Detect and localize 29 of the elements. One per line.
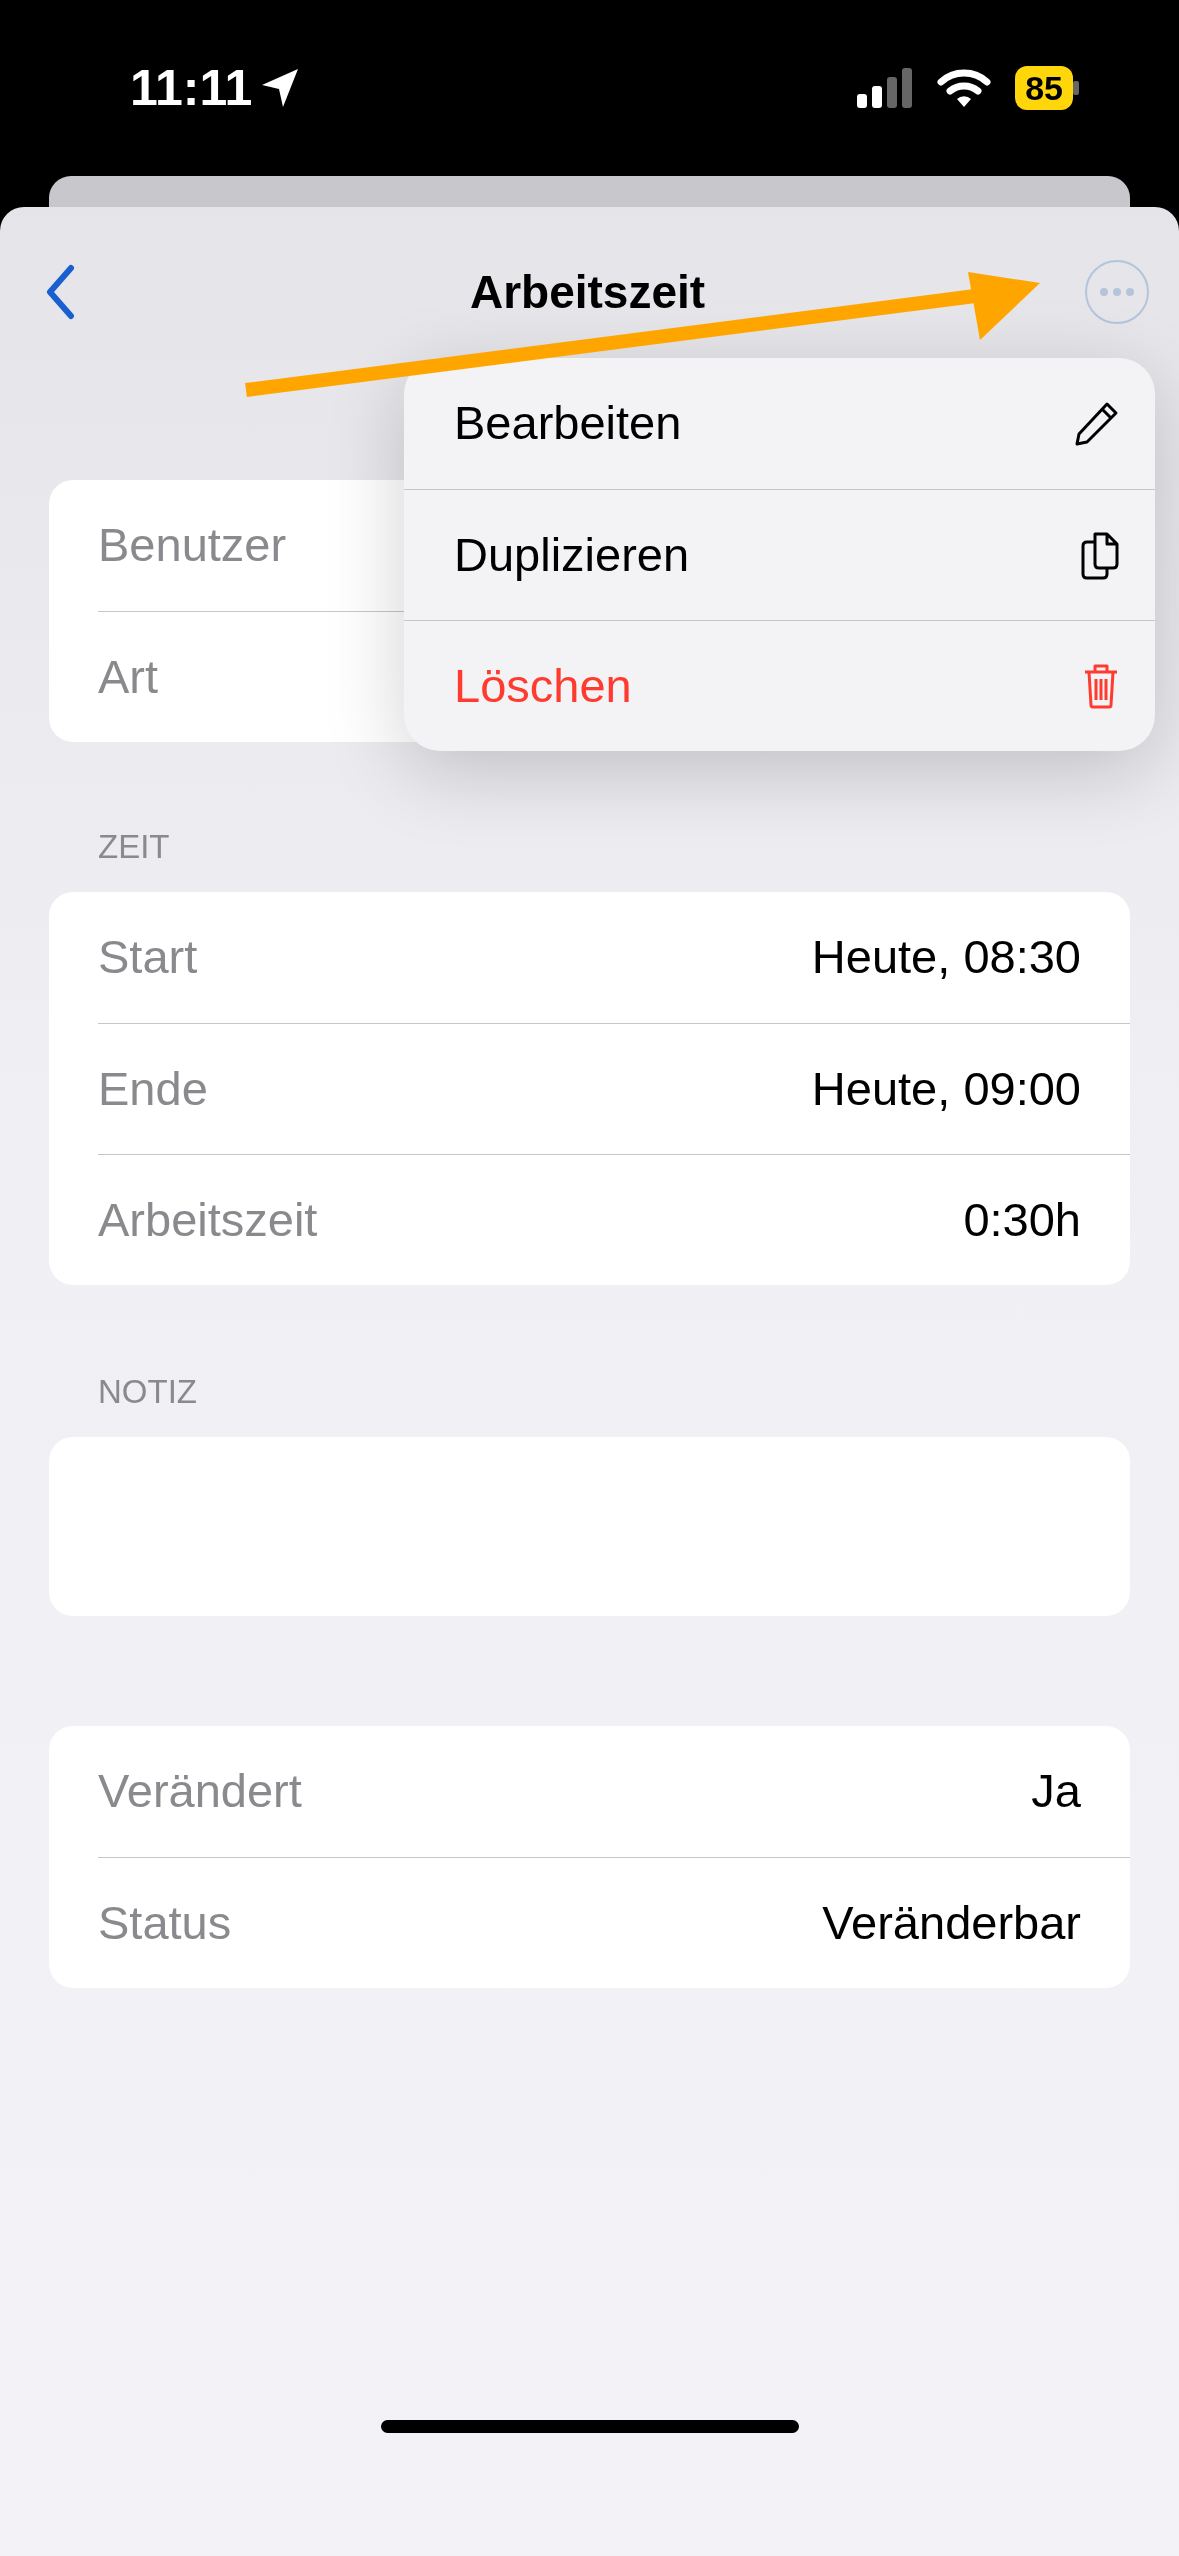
row-label: Status <box>98 1894 232 1951</box>
section-header: ZEIT <box>98 827 171 867</box>
row-value: 0:30h <box>963 1191 1081 1248</box>
row-label: Start <box>98 929 198 986</box>
menu-item[interactable]: Bearbeiten <box>404 358 1155 489</box>
menu-item[interactable]: Duplizieren <box>404 489 1155 620</box>
chevron-left-icon <box>45 264 75 320</box>
row-label: Arbeitszeit <box>98 1191 318 1248</box>
battery-level: 85 <box>1015 66 1073 110</box>
row-value: Ja <box>1031 1763 1081 1820</box>
wifi-icon <box>937 68 992 108</box>
nav-title: Arbeitszeit <box>469 264 706 320</box>
row-label: Verändert <box>98 1763 302 1820</box>
row-value: Heute, 09:00 <box>811 1060 1081 1117</box>
documents-icon <box>1081 530 1119 580</box>
row-label: Art <box>98 648 159 705</box>
pencil-icon <box>1075 400 1119 447</box>
row-value: Veränderbar <box>822 1894 1081 1951</box>
trash-icon <box>1083 663 1119 709</box>
location-icon <box>260 67 301 109</box>
more-button[interactable] <box>1085 260 1149 324</box>
time-text: 11:11 <box>130 58 253 118</box>
section-header: NOTIZ <box>98 1372 198 1412</box>
row-label: Ende <box>98 1060 208 1117</box>
row-value: Heute, 08:30 <box>811 929 1081 986</box>
ellipsis-icon <box>1100 288 1134 296</box>
battery-tip-icon <box>1073 81 1079 95</box>
row-label: Benutzer <box>98 517 287 574</box>
signal-icon <box>857 68 914 108</box>
